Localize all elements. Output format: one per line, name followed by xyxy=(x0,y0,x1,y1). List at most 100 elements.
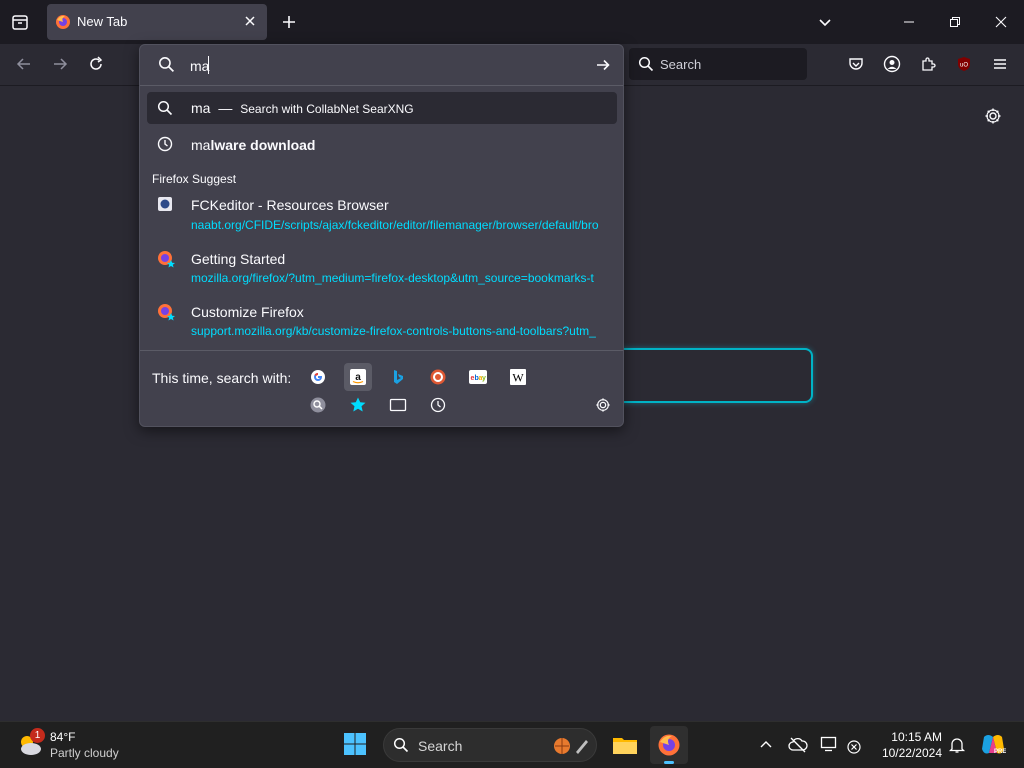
svg-text:a: a xyxy=(355,372,361,383)
firefox-icon xyxy=(56,15,70,29)
engine-searxng-button[interactable] xyxy=(304,391,332,419)
restore-icon xyxy=(950,17,960,27)
engine-bing-button[interactable] xyxy=(384,363,412,391)
network-icon[interactable] xyxy=(820,735,840,753)
result-row[interactable]: Customize Firefox support.mozilla.org/kb… xyxy=(147,298,617,342)
extensions-button[interactable] xyxy=(912,48,944,80)
svg-text:y: y xyxy=(482,375,486,382)
clock[interactable]: 10:15 AM 10/22/2024 xyxy=(872,729,942,763)
engine-wikipedia-button[interactable]: W xyxy=(504,363,532,391)
close-icon[interactable] xyxy=(243,14,257,28)
fckeditor-favicon-icon xyxy=(158,197,172,211)
search-icon xyxy=(393,737,409,753)
cloud-offline-icon[interactable] xyxy=(788,736,808,754)
result-row[interactable]: Getting Started mozilla.org/firefox/?utm… xyxy=(147,245,617,289)
pocket-icon xyxy=(849,58,863,70)
text-caret xyxy=(208,56,209,74)
engine-ebay-button[interactable]: ebay xyxy=(464,363,492,391)
search-history-button[interactable] xyxy=(424,391,452,419)
history-suggestion-row[interactable]: malware download xyxy=(147,130,617,162)
result-title: Getting Started xyxy=(191,251,286,267)
taskbar-file-explorer[interactable] xyxy=(608,728,642,762)
group-label: Firefox Suggest xyxy=(152,172,237,186)
search-placeholder: Search xyxy=(660,57,702,72)
taskbar-search-box[interactable]: Search xyxy=(383,728,597,762)
reload-button[interactable] xyxy=(80,48,112,80)
svg-text:W: W xyxy=(512,371,524,385)
forward-button[interactable] xyxy=(44,48,76,80)
firefox-icon xyxy=(658,734,680,756)
tab-strip: New Tab xyxy=(0,0,1024,44)
urlbar-value: ma xyxy=(190,58,210,74)
result-url: naabt.org/CFIDE/scripts/ajax/fckeditor/e… xyxy=(191,218,599,232)
search-icon xyxy=(159,57,175,73)
ebay-icon: ebay xyxy=(469,370,487,384)
search-tabs-button[interactable] xyxy=(384,391,412,419)
bing-icon xyxy=(394,370,403,384)
svg-text:uO: uO xyxy=(960,63,968,69)
search-bookmarks-button[interactable] xyxy=(344,391,372,419)
bell-icon[interactable] xyxy=(948,736,966,754)
gear-icon xyxy=(596,398,610,412)
new-tab-search-field[interactable] xyxy=(600,348,813,403)
searxng-icon xyxy=(310,397,326,413)
weather-widget[interactable]: 1 84°F Partly cloudy xyxy=(16,728,126,764)
start-button[interactable] xyxy=(341,730,369,758)
puzzle-icon xyxy=(922,57,936,71)
result-title: FCKeditor - Resources Browser xyxy=(191,197,389,213)
wikipedia-icon: W xyxy=(510,369,526,385)
tab-tray-icon xyxy=(12,15,28,30)
chevron-down-icon xyxy=(819,19,831,27)
clock-date: 10/22/2024 xyxy=(881,746,942,760)
history-completion: lware download xyxy=(210,137,316,153)
new-tab-button[interactable] xyxy=(273,6,305,38)
plus-icon xyxy=(283,16,295,28)
tab-new-tab[interactable]: New Tab xyxy=(47,4,267,40)
back-button[interactable] xyxy=(8,48,40,80)
toolbar-search-box[interactable]: Search xyxy=(629,48,807,80)
chevron-up-icon[interactable] xyxy=(759,738,773,752)
close-icon xyxy=(995,16,1007,28)
search-suggestion-row[interactable]: ma — Search with CollabNet SearXNG xyxy=(147,92,617,124)
arrow-left-icon xyxy=(16,58,30,70)
weather-temp: 84°F xyxy=(50,730,76,744)
engine-google-button[interactable] xyxy=(304,363,332,391)
amazon-icon: a xyxy=(350,369,366,385)
close-window-button[interactable] xyxy=(978,0,1024,44)
volume-muted-icon[interactable] xyxy=(846,739,862,755)
windows-logo-icon xyxy=(344,733,366,755)
taskbar-search-placeholder: Search xyxy=(418,738,463,754)
tabs-icon xyxy=(389,398,407,412)
firefox-bookmark-icon xyxy=(158,251,175,268)
arrow-right-icon xyxy=(54,58,68,70)
history-icon xyxy=(430,397,446,413)
copilot-icon[interactable]: PRE xyxy=(980,733,1006,757)
history-typed: ma xyxy=(191,137,211,153)
ublock-origin-button[interactable]: uO xyxy=(948,48,980,80)
engine-amazon-button[interactable]: a xyxy=(344,363,372,391)
gear-icon[interactable] xyxy=(984,107,1002,125)
engine-duckduckgo-button[interactable] xyxy=(424,363,452,391)
reload-icon xyxy=(90,56,103,70)
ublock-icon: uO xyxy=(958,57,970,71)
app-menu-button[interactable] xyxy=(984,48,1016,80)
pocket-button[interactable] xyxy=(840,48,872,80)
result-url: support.mozilla.org/kb/customize-firefox… xyxy=(191,324,596,338)
minimize-icon xyxy=(904,21,914,23)
account-button[interactable] xyxy=(876,48,908,80)
restore-button[interactable] xyxy=(932,0,978,44)
suggestion-separator: — xyxy=(218,100,233,116)
search-settings-button[interactable] xyxy=(589,391,617,419)
tab-list-dropdown-button[interactable] xyxy=(809,6,841,38)
arrow-right-icon[interactable] xyxy=(595,57,611,73)
search-icon xyxy=(638,56,654,72)
google-icon xyxy=(311,370,325,384)
result-url: mozilla.org/firefox/?utm_medium=firefox-… xyxy=(191,271,594,285)
list-all-tabs-button[interactable] xyxy=(4,6,36,38)
urlbar-input[interactable]: ma xyxy=(140,45,623,86)
result-row[interactable]: FCKeditor - Resources Browser naabt.org/… xyxy=(147,191,617,235)
minimize-button[interactable] xyxy=(886,0,932,44)
duckduckgo-icon xyxy=(430,369,446,385)
taskbar-firefox[interactable] xyxy=(650,726,688,764)
urlbar-popup: ma ma — Search with CollabNet SearXNG ma… xyxy=(139,44,624,427)
